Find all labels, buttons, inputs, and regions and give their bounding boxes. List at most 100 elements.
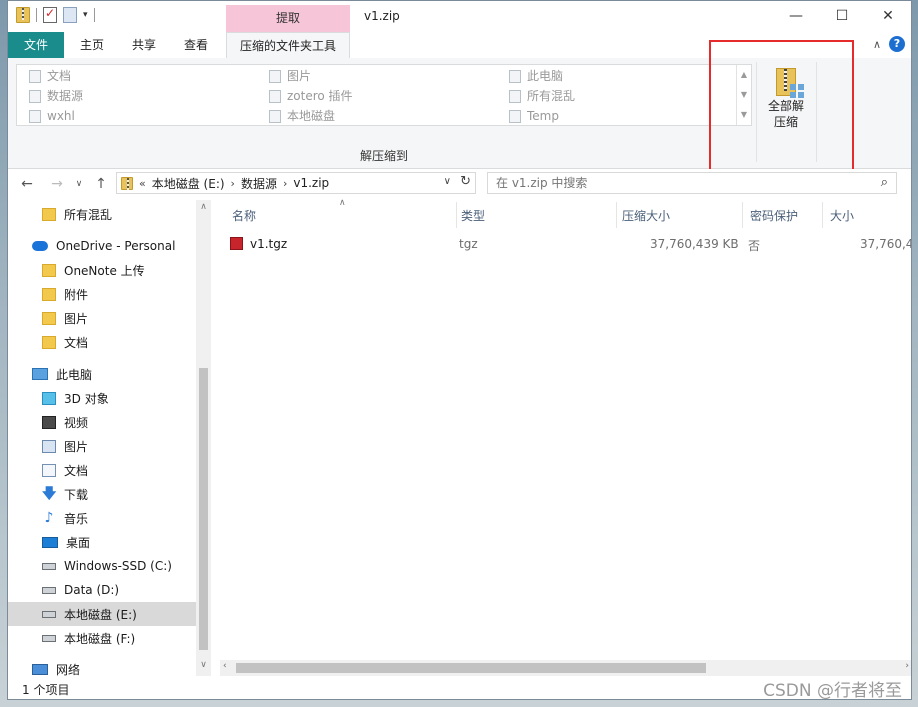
nav-item[interactable]: 图片 bbox=[8, 306, 196, 330]
zip-folder-icon bbox=[16, 7, 30, 23]
refresh-icon[interactable]: ↻ bbox=[460, 174, 471, 189]
context-tab-extract[interactable]: 提取 bbox=[226, 5, 350, 32]
gallery-item-label: Temp bbox=[527, 109, 559, 123]
address-bar[interactable]: « 本地磁盘 (E:) › 数据源 › v1.zip ∨ ↻ bbox=[116, 172, 476, 194]
nav-item[interactable]: Data (D:) bbox=[8, 578, 196, 602]
nav-item-label: 此电脑 bbox=[56, 367, 93, 382]
nav-item-label: Data (D:) bbox=[64, 583, 120, 597]
maximize-button[interactable]: ☐ bbox=[819, 1, 865, 31]
up-arrow-icon[interactable]: ↑ bbox=[90, 173, 112, 195]
gallery-item[interactable]: 此电脑 bbox=[509, 66, 563, 86]
column-header-size[interactable]: 大小 bbox=[830, 207, 854, 224]
file-explorer-window: ▾ 提取 v1.zip — ☐ ✕ 文件 主页 共享 查看 压缩的文件夹工具 ∧… bbox=[7, 0, 912, 700]
tab-share[interactable]: 共享 bbox=[122, 32, 166, 58]
column-header-name[interactable]: 名称 bbox=[232, 207, 256, 224]
gallery-item[interactable]: Temp bbox=[509, 106, 559, 126]
computer-icon bbox=[32, 368, 48, 380]
column-header-password[interactable]: 密码保护 bbox=[750, 207, 798, 224]
collapse-ribbon-icon[interactable]: ∧ bbox=[873, 38, 881, 51]
minimize-button[interactable]: — bbox=[773, 1, 819, 31]
nav-item[interactable]: 桌面 bbox=[8, 530, 196, 554]
nav-item[interactable]: 3D 对象 bbox=[8, 386, 196, 410]
horizontal-scroll-thumb[interactable] bbox=[236, 663, 706, 673]
tab-file[interactable]: 文件 bbox=[8, 32, 64, 58]
window-controls: — ☐ ✕ bbox=[773, 1, 911, 31]
nav-item-label: 桌面 bbox=[66, 535, 91, 550]
quick-access-toolbar: ▾ bbox=[16, 6, 95, 23]
gallery-item[interactable]: wxhl bbox=[29, 106, 75, 126]
column-header-type[interactable]: 类型 bbox=[461, 207, 485, 224]
document-icon bbox=[29, 69, 41, 83]
close-button[interactable]: ✕ bbox=[865, 1, 911, 31]
nav-scrollbar[interactable]: ∧ ∨ bbox=[196, 200, 211, 676]
highlight-annotation-box bbox=[709, 40, 854, 172]
column-divider[interactable] bbox=[616, 202, 617, 228]
pictures-icon bbox=[42, 439, 56, 453]
nav-item[interactable]: 文档 bbox=[8, 330, 196, 354]
nav-item-label: OneNote 上传 bbox=[64, 263, 145, 278]
search-box[interactable]: ⌕ bbox=[487, 172, 897, 194]
folder-icon bbox=[42, 207, 56, 221]
file-list-pane: ∧ 名称 类型 压缩大小 密码保护 大小 v1.tgz tgz 37,760,4… bbox=[212, 198, 912, 676]
nav-item[interactable]: 所有混乱 bbox=[8, 202, 196, 226]
tab-view[interactable]: 查看 bbox=[174, 32, 218, 58]
nav-item[interactable]: Windows-SSD (C:) bbox=[8, 554, 196, 578]
gallery-item[interactable]: 数据源 bbox=[29, 86, 83, 106]
gallery-item-label: zotero 插件 bbox=[287, 89, 353, 103]
nav-scroll-down-icon[interactable]: ∨ bbox=[196, 660, 211, 670]
column-divider[interactable] bbox=[456, 202, 457, 228]
breadcrumb-folder[interactable]: 数据源 bbox=[241, 175, 277, 192]
column-header-compressed-size[interactable]: 压缩大小 bbox=[622, 207, 670, 224]
recent-locations-chevron-icon[interactable]: ∨ bbox=[68, 173, 90, 195]
gallery-item[interactable]: 图片 bbox=[269, 66, 311, 86]
network-icon bbox=[32, 663, 48, 675]
tab-compressed-folder-tools[interactable]: 压缩的文件夹工具 bbox=[226, 32, 350, 59]
gallery-item[interactable]: 所有混乱 bbox=[509, 86, 575, 106]
nav-item[interactable]: 文档 bbox=[8, 458, 196, 482]
nav-item[interactable]: OneNote 上传 bbox=[8, 258, 196, 282]
file-size: 37,760,4 bbox=[860, 237, 912, 251]
gallery-item[interactable]: 本地磁盘 bbox=[269, 106, 335, 126]
table-row[interactable]: v1.tgz tgz 37,760,439 KB 否 37,760,4 bbox=[226, 231, 912, 257]
file-name: v1.tgz bbox=[250, 237, 288, 251]
nav-item-label: 网络 bbox=[56, 662, 81, 677]
new-folder-icon[interactable] bbox=[63, 7, 77, 23]
nav-item[interactable]: 本地磁盘 (E:) bbox=[8, 602, 196, 626]
nav-item[interactable]: 此电脑 bbox=[8, 362, 196, 386]
search-input[interactable] bbox=[496, 176, 856, 190]
gallery-item-label: wxhl bbox=[47, 109, 75, 123]
folder-icon bbox=[42, 263, 56, 277]
nav-item[interactable]: ♪ 音乐 bbox=[8, 506, 196, 530]
horizontal-scrollbar[interactable]: ‹ › bbox=[220, 660, 911, 676]
breadcrumb-separator-icon[interactable]: › bbox=[283, 177, 287, 190]
gallery-item-label: 本地磁盘 bbox=[287, 109, 336, 123]
breadcrumb-drive[interactable]: 本地磁盘 (E:) bbox=[152, 175, 225, 192]
column-divider[interactable] bbox=[822, 202, 823, 228]
scroll-right-icon[interactable]: › bbox=[905, 661, 909, 671]
scroll-left-icon[interactable]: ‹ bbox=[223, 661, 227, 671]
nav-item[interactable]: 附件 bbox=[8, 282, 196, 306]
address-overflow-icon[interactable]: « bbox=[139, 177, 146, 190]
column-divider[interactable] bbox=[742, 202, 743, 228]
nav-item[interactable]: 🡇 下载 bbox=[8, 482, 196, 506]
nav-item[interactable]: 本地磁盘 (F:) bbox=[8, 626, 196, 650]
tab-home[interactable]: 主页 bbox=[70, 32, 114, 58]
breadcrumb-zip[interactable]: v1.zip bbox=[293, 176, 329, 190]
forward-arrow-icon[interactable]: → bbox=[46, 173, 68, 195]
nav-scroll-up-icon[interactable]: ∧ bbox=[196, 202, 211, 212]
gallery-item[interactable]: zotero 插件 bbox=[269, 86, 353, 106]
gallery-item[interactable]: 文档 bbox=[29, 66, 71, 86]
help-icon[interactable]: ? bbox=[889, 36, 905, 52]
nav-item[interactable]: OneDrive - Personal bbox=[8, 234, 196, 258]
back-arrow-icon[interactable]: ← bbox=[16, 173, 38, 195]
nav-item[interactable]: 图片 bbox=[8, 434, 196, 458]
address-dropdown-icon[interactable]: ∨ bbox=[444, 176, 451, 187]
drive-icon bbox=[42, 586, 56, 594]
nav-item[interactable]: 视频 bbox=[8, 410, 196, 434]
title-bar: ▾ 提取 v1.zip — ☐ ✕ bbox=[8, 1, 911, 33]
customize-qat-dropdown[interactable]: ▾ bbox=[83, 10, 88, 20]
extract-to-gallery: 文档 数据源 wxhl 图片 zotero 插件 本地磁盘 此电脑 所有混乱 T… bbox=[16, 64, 752, 126]
properties-icon[interactable] bbox=[43, 6, 57, 23]
nav-scroll-thumb[interactable] bbox=[199, 368, 208, 650]
breadcrumb-separator-icon[interactable]: › bbox=[231, 177, 235, 190]
